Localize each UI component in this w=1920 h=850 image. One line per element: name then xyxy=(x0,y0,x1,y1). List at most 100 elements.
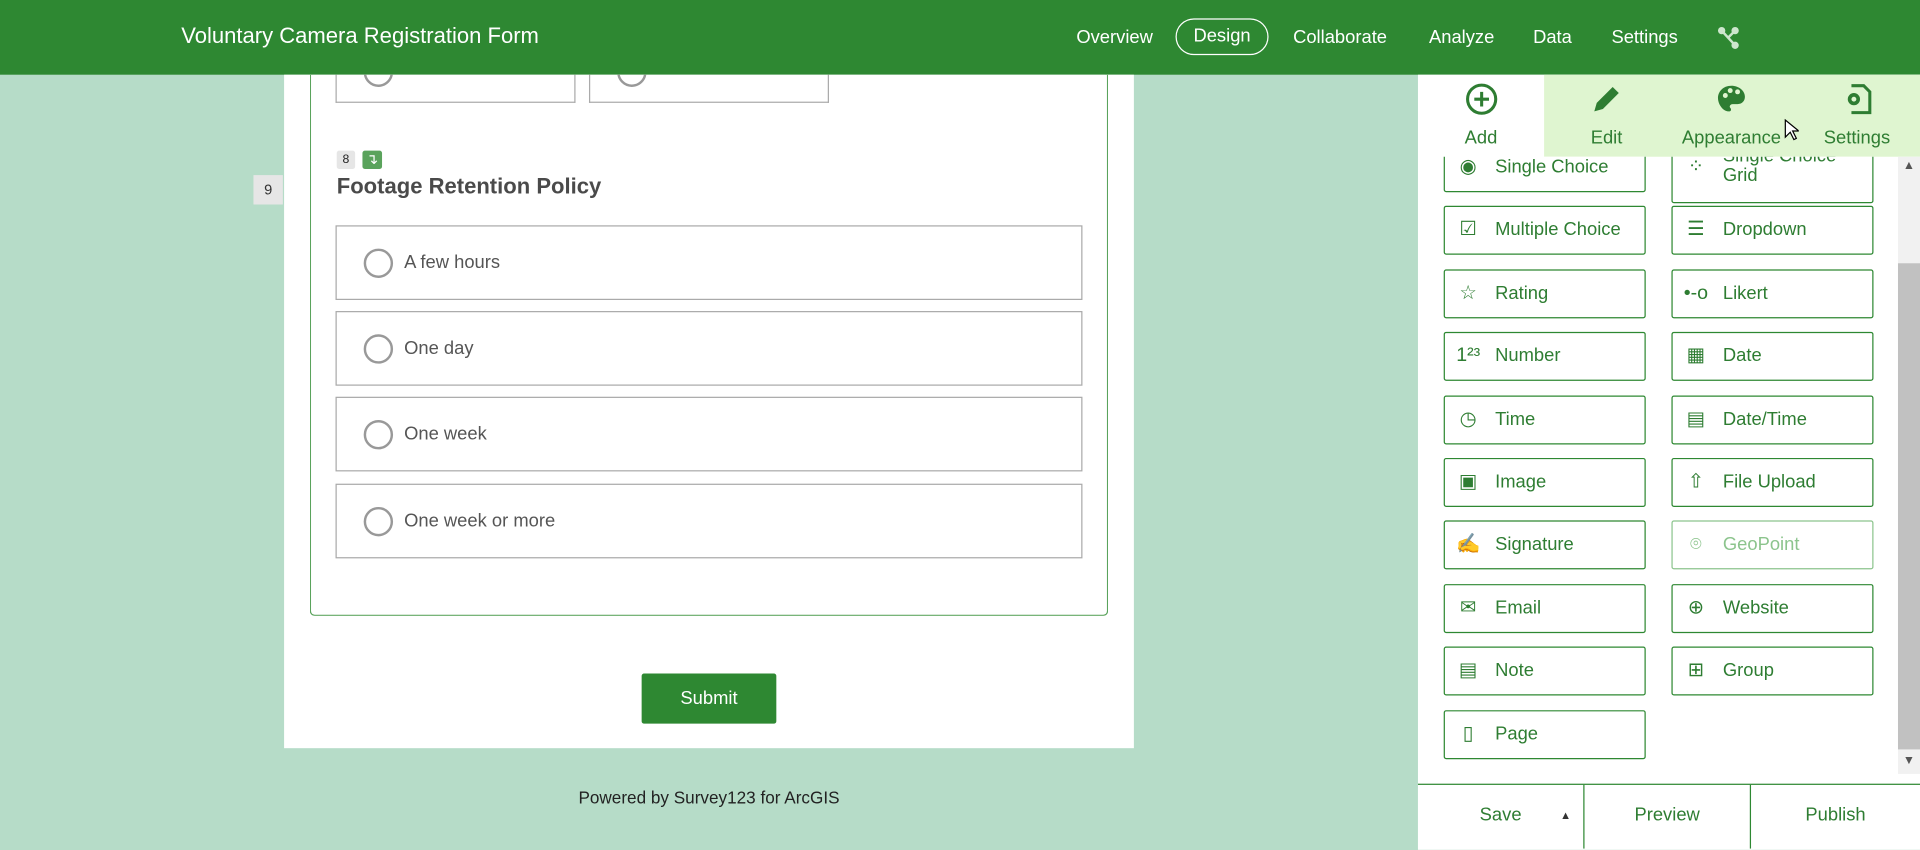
add-single-choice-grid-button[interactable]: ⁘ Single Choice Grid xyxy=(1671,156,1874,204)
single-choice-grid-icon: ⁘ xyxy=(1687,156,1705,178)
add-file-upload-button[interactable]: ⇧ File Upload xyxy=(1671,457,1874,507)
option-label: One day xyxy=(404,337,474,359)
tool-label: Website xyxy=(1722,597,1789,619)
add-geopoint-button[interactable]: ⌾ GeoPoint xyxy=(1671,520,1874,570)
tab-settings[interactable]: Settings xyxy=(1794,75,1920,157)
add-likert-button[interactable]: •-o Likert xyxy=(1671,269,1874,319)
tool-label: GeoPoint xyxy=(1722,534,1800,556)
choice-option[interactable]: A few hours xyxy=(335,225,1083,301)
single-choice-icon: ◉ xyxy=(1459,156,1477,178)
add-dropdown-button[interactable]: ☰ Dropdown xyxy=(1671,206,1874,256)
palette-icon xyxy=(1669,82,1794,119)
tool-label: Single Choice Grid xyxy=(1722,157,1836,187)
tab-label: Add xyxy=(1464,127,1498,149)
save-label: Save xyxy=(1479,804,1522,826)
add-image-button[interactable]: ▣ Image xyxy=(1443,457,1646,507)
tool-label: Page xyxy=(1495,723,1539,744)
question-title[interactable]: Footage Retention Policy xyxy=(337,174,602,200)
previous-option[interactable] xyxy=(335,74,576,103)
tool-label: Number xyxy=(1495,345,1561,367)
mouse-cursor-icon xyxy=(1784,118,1799,141)
add-time-button[interactable]: ◷ Time xyxy=(1443,395,1646,444)
tool-label: Date xyxy=(1722,345,1762,367)
add-note-button[interactable]: ▤ Note xyxy=(1443,646,1646,696)
note-icon: ▤ xyxy=(1458,660,1478,682)
tab-edit[interactable]: Edit xyxy=(1544,75,1669,157)
scroll-down-icon[interactable]: ▼ xyxy=(1898,754,1920,767)
date-time-icon: ▤ xyxy=(1686,408,1706,430)
time-icon: ◷ xyxy=(1459,408,1477,430)
tool-label: Email xyxy=(1495,597,1542,619)
preview-button[interactable]: Preview xyxy=(1585,784,1752,849)
tab-add[interactable]: Add xyxy=(1418,75,1544,157)
page-icon: ▯ xyxy=(1462,723,1474,744)
group-icon: ⊞ xyxy=(1687,660,1705,682)
nav-collaborate[interactable]: Collaborate xyxy=(1293,27,1387,48)
radio-icon[interactable] xyxy=(363,420,394,450)
tab-label: Edit xyxy=(1590,127,1623,149)
add-signature-button[interactable]: ✍ Signature xyxy=(1443,520,1646,570)
date-icon: ▦ xyxy=(1686,345,1706,367)
question-type-list: ◉ Single Choice ⁘ Single Choice Grid ☑ Multip… xyxy=(1418,156,1898,784)
tab-appearance[interactable]: Appearance xyxy=(1669,75,1794,157)
radio-icon[interactable] xyxy=(363,248,394,278)
top-bar: Voluntary Camera Registration Form Overv… xyxy=(0,0,1920,75)
nav-settings[interactable]: Settings xyxy=(1611,27,1677,48)
tool-label: Dropdown xyxy=(1722,219,1807,241)
signature-icon: ✍ xyxy=(1455,534,1481,556)
tab-label: Appearance xyxy=(1681,127,1781,149)
geopoint-icon: ⌾ xyxy=(1690,534,1702,556)
share-icon[interactable] xyxy=(1717,26,1741,50)
rating-icon: ☆ xyxy=(1459,282,1477,304)
choice-option[interactable]: One week or more xyxy=(335,483,1083,559)
scrollbar-thumb[interactable] xyxy=(1897,263,1920,750)
radio-icon[interactable] xyxy=(363,334,394,364)
previous-option[interactable] xyxy=(588,74,829,103)
publish-button[interactable]: Publish xyxy=(1751,785,1920,849)
option-label: One week or more xyxy=(404,510,556,532)
settings-file-icon xyxy=(1794,82,1920,119)
add-group-button[interactable]: ⊞ Group xyxy=(1671,646,1874,696)
caret-up-icon[interactable]: ▲ xyxy=(1560,785,1571,846)
file-upload-icon: ⇧ xyxy=(1687,471,1705,493)
dropdown-icon: ☰ xyxy=(1687,219,1705,241)
image-icon: ▣ xyxy=(1458,471,1478,493)
previous-question-badge: 8 xyxy=(336,150,356,169)
tool-label: Note xyxy=(1495,660,1534,682)
likert-icon: •-o xyxy=(1683,282,1709,304)
add-multiple-choice-button[interactable]: ☑ Multiple Choice xyxy=(1443,206,1646,256)
website-icon: ⊕ xyxy=(1687,597,1705,619)
tool-label: Signature xyxy=(1495,534,1574,556)
add-number-button[interactable]: 1²³ Number xyxy=(1443,332,1646,382)
tool-label: Rating xyxy=(1495,282,1549,304)
add-date-time-button[interactable]: ▤ Date/Time xyxy=(1671,395,1874,444)
add-website-button[interactable]: ⊕ Website xyxy=(1671,583,1874,633)
submit-button[interactable]: Submit xyxy=(641,673,777,724)
tool-label: Group xyxy=(1722,660,1774,682)
tool-label: File Upload xyxy=(1722,471,1816,493)
option-label: A few hours xyxy=(404,252,501,274)
choice-option[interactable]: One day xyxy=(335,311,1083,386)
add-date-button[interactable]: ▦ Date xyxy=(1671,332,1874,382)
nav-data[interactable]: Data xyxy=(1533,27,1572,48)
add-rating-button[interactable]: ☆ Rating xyxy=(1443,269,1646,319)
powered-by: Powered by Survey123 for ArcGIS xyxy=(578,787,840,807)
tool-label: Time xyxy=(1495,408,1536,430)
app: Voluntary Camera Registration Form Overv… xyxy=(0,0,1920,850)
multiple-choice-icon: ☑ xyxy=(1459,219,1477,241)
save-button[interactable]: Save ▲ xyxy=(1418,784,1585,849)
option-label: One week xyxy=(404,423,487,445)
scroll-up-icon[interactable]: ▲ xyxy=(1898,159,1920,172)
nav-analyze[interactable]: Analyze xyxy=(1429,27,1494,48)
add-email-button[interactable]: ✉ Email xyxy=(1443,583,1646,633)
tab-label: Settings xyxy=(1823,127,1891,149)
nav-overview[interactable]: Overview xyxy=(1076,27,1153,48)
number-icon: 1²³ xyxy=(1456,345,1481,367)
add-single-choice-button[interactable]: ◉ Single Choice xyxy=(1443,156,1646,193)
branch-arrow-icon[interactable]: ↴ xyxy=(362,150,383,169)
nav-design[interactable]: Design xyxy=(1175,18,1269,56)
add-page-button[interactable]: ▯ Page xyxy=(1443,709,1646,759)
radio-icon[interactable] xyxy=(363,506,394,537)
tool-label: Multiple Choice xyxy=(1495,219,1621,241)
choice-option[interactable]: One week xyxy=(335,396,1083,472)
